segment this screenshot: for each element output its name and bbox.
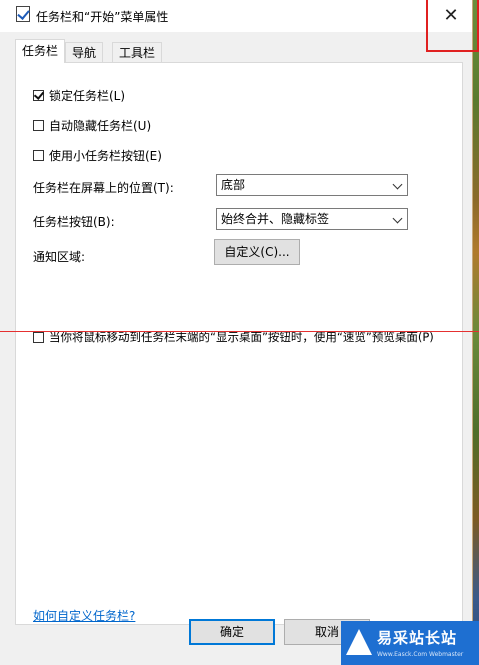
properties-dialog: 任务栏和“开始”菜单属性 ✕ 任务栏 导航 工具栏 锁定任务栏(L) 自动隐藏任… <box>0 0 473 665</box>
position-value: 底部 <box>221 178 246 192</box>
help-link[interactable]: 如何自定义任务栏? <box>33 607 135 624</box>
notification-label: 通知区域: <box>33 250 86 264</box>
buttons-label: 任务栏按钮(B): <box>33 215 115 229</box>
desktop-wallpaper <box>472 0 479 665</box>
title-bar: 任务栏和“开始”菜单属性 ✕ <box>0 0 472 32</box>
auto-hide-option[interactable]: 自动隐藏任务栏(U) <box>33 117 151 133</box>
position-select[interactable]: 底部 <box>216 174 408 196</box>
small-buttons-label: 使用小任务栏按钮(E) <box>49 148 162 163</box>
tab-toolbars[interactable]: 工具栏 <box>112 42 163 62</box>
small-buttons-checkbox[interactable] <box>33 149 44 161</box>
buttons-value: 始终合并、隐藏标签 <box>221 212 330 226</box>
window-title: 任务栏和“开始”菜单属性 <box>36 10 169 24</box>
buttons-select[interactable]: 始终合并、隐藏标签 <box>216 208 408 230</box>
lock-taskbar-checkbox[interactable] <box>33 89 44 101</box>
auto-hide-checkbox[interactable] <box>33 119 44 131</box>
auto-hide-label: 自动隐藏任务栏(U) <box>49 118 152 133</box>
ok-button[interactable]: 确定 <box>189 619 275 645</box>
position-label: 任务栏在屏幕上的位置(T): <box>33 181 174 195</box>
dialog-content: 任务栏 导航 工具栏 锁定任务栏(L) 自动隐藏任务栏(U) 使用小任务栏按钮(… <box>0 32 472 665</box>
logo-icon <box>346 629 372 655</box>
tab-taskbar[interactable]: 任务栏 <box>15 39 66 63</box>
annotation-box <box>426 0 479 52</box>
watermark-text: 易采站长站 <box>377 629 458 647</box>
small-buttons-option[interactable]: 使用小任务栏按钮(E) <box>33 147 162 163</box>
tab-navigation[interactable]: 导航 <box>65 42 104 62</box>
tab-panel: 锁定任务栏(L) 自动隐藏任务栏(U) 使用小任务栏按钮(E) 任务栏在屏幕上的… <box>15 62 463 625</box>
annotation-line <box>0 331 479 332</box>
taskbar-properties-icon <box>16 6 30 22</box>
customize-button[interactable]: 自定义(C)... <box>214 239 300 265</box>
chevron-down-icon <box>392 213 403 224</box>
chevron-down-icon <box>392 179 403 190</box>
peek-checkbox[interactable] <box>33 331 44 343</box>
watermark-logo: 易采站长站 Www.Easck.Com Webmaster <box>341 621 479 665</box>
watermark-subtext: Www.Easck.Com Webmaster <box>377 651 464 658</box>
lock-taskbar-label: 锁定任务栏(L) <box>49 88 126 103</box>
lock-taskbar-option[interactable]: 锁定任务栏(L) <box>33 87 125 103</box>
